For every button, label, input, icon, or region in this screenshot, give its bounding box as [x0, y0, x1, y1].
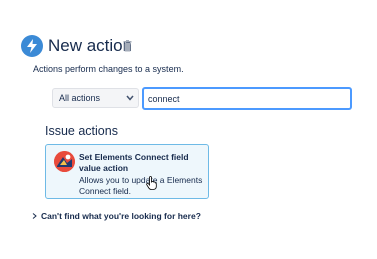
- action-card-set-elements-connect[interactable]: Set Elements Connect field value action …: [45, 144, 209, 199]
- page-title: New action: [48, 36, 133, 55]
- lightning-bolt-icon: [21, 35, 43, 57]
- action-card-title: Set Elements Connect field value action: [79, 152, 189, 173]
- help-toggle[interactable]: Can't find what you're looking for here?: [32, 210, 201, 222]
- action-card-description: Allows you to update a Elements Connect …: [79, 175, 203, 196]
- search-input[interactable]: [142, 87, 352, 110]
- elements-connect-logo-icon: [54, 151, 75, 172]
- trash-icon[interactable]: [123, 40, 132, 52]
- action-type-select[interactable]: All actions: [52, 88, 139, 108]
- hand-cursor-icon: [146, 176, 157, 190]
- action-type-select-value: All actions: [59, 93, 101, 103]
- chevron-right-icon: [32, 213, 37, 219]
- section-heading: Issue actions: [45, 124, 118, 138]
- chevron-down-icon: [126, 95, 134, 101]
- help-toggle-label: Can't find what you're looking for here?: [41, 210, 201, 221]
- page-subtitle: Actions perform changes to a system.: [33, 64, 184, 74]
